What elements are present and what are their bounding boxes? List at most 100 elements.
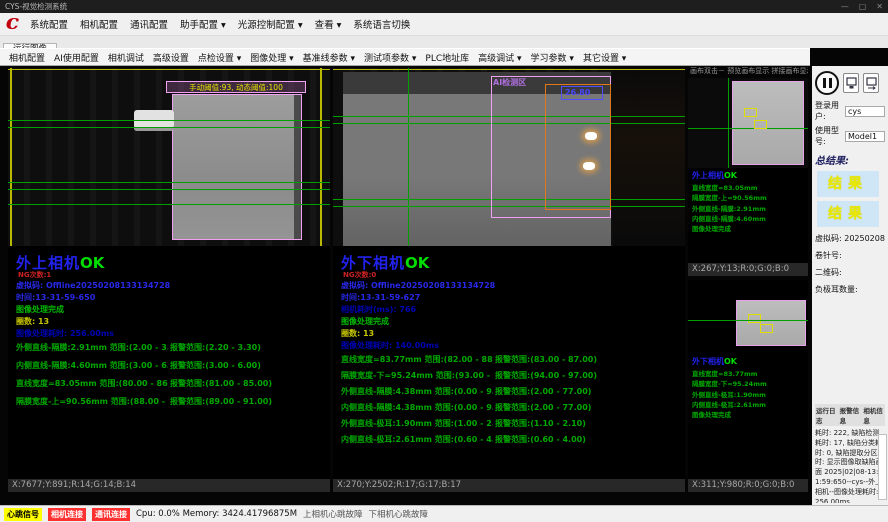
tab-alarm-info[interactable]: 报警信息 [840, 405, 861, 425]
center-process-cost: 图像处理耗时: 140.00ms [341, 340, 439, 351]
tool-ai-config[interactable]: AI使用配置 [54, 51, 99, 64]
camera-view-1-button[interactable] [843, 73, 859, 93]
lower-camera-heartbeat-error: 下相机心跳故障 [369, 508, 429, 520]
maximize-icon[interactable]: ▢ [859, 2, 867, 11]
canvas-hint-label: 画布双击－ 预览画布显示 拼接画布显示 [690, 66, 808, 77]
tool-image-processing[interactable]: 图像处理 ▾ [250, 51, 293, 64]
left-barcode: 虚拟码: Offline20250208133134728 [16, 280, 170, 291]
window-title: CYS-视觉检测系统 [5, 1, 67, 12]
bottom-preview-panel: 外下相机OK 直线宽度=83.77mm 隔膜宽度-下=95.24mm 外侧直线-… [688, 280, 808, 492]
tab-camera-info[interactable]: 相机信息 [863, 405, 884, 425]
reflection-glint [585, 132, 597, 140]
menu-view[interactable]: 查看 ▾ [315, 17, 342, 31]
log-text: 耗时: 222, 缺陷检测耗时: 17, 缺陷分类耗时: 0, 缺陷提取分区耗时… [815, 429, 885, 503]
overlay-line [8, 204, 330, 205]
defect-box [748, 314, 761, 323]
top-preview-coords: X:267;Y:13;R:0;G:0;B:0 [688, 263, 808, 276]
log-scrollbar[interactable] [878, 434, 887, 500]
result-box-1: 结果 [817, 171, 879, 197]
upper-camera-heartbeat-error: 上相机心跳故障 [303, 508, 363, 520]
measurement-row: 隔膜宽度-上=90.56mm 范围:(88.00 - 92.00)报警范围:(8… [16, 396, 328, 407]
right-sidebar: 登录用户: cys 使用型号: Model1 总结果: 结果 结果 虚拟码: 2… [812, 66, 888, 505]
virtual-code-label: 虚拟码: 20250208 [815, 233, 885, 244]
overlay-line [8, 127, 330, 128]
left-result-status: OK [80, 254, 104, 272]
bottom-preview-results: 外下相机OK 直线宽度=83.77mm 隔膜宽度-下=95.24mm 外侧直线-… [692, 356, 767, 421]
tab-run-log[interactable]: 运行日志 [816, 405, 837, 425]
main-area: 手动阈值:93, 动态阈值:100 外上相机OK NG次数:1 虚拟码: Off… [0, 66, 888, 505]
menu-language-switch[interactable]: 系统语言切换 [353, 17, 410, 31]
left-camera-canvas[interactable]: 手动阈值:93, 动态阈值:100 [8, 68, 330, 246]
pause-button[interactable] [815, 71, 839, 95]
log-tabs: 运行日志 报警信息 相机信息 [815, 404, 885, 426]
left-process-cost: 图像处理耗时: 256.00ms [16, 328, 114, 339]
menu-assistant-config[interactable]: 助手配置 ▾ [180, 17, 226, 31]
center-barcode: 虚拟码: Offline20250208133134728 [341, 280, 495, 291]
overlay-line [10, 68, 12, 246]
measurement-row: 内侧直线-隔膜:4.60mm 范围:(3.00 - 6.00)报警范围:(3.0… [16, 360, 328, 371]
close-icon[interactable]: ✕ [876, 2, 883, 11]
overlay-line [320, 68, 322, 246]
overlay-line [408, 68, 409, 246]
measurement-row: 外侧直线-极耳:1.90mm 范围:(1.00 - 2.20)报警范围:(1.1… [341, 418, 683, 429]
minimize-icon[interactable]: — [841, 2, 849, 11]
sidebar-spacer [815, 298, 885, 401]
overlay-line [8, 182, 330, 183]
reflection-glint [583, 162, 595, 170]
login-user-value[interactable]: cys [845, 106, 885, 117]
title-bar: CYS-视觉检测系统 — ▢ ✕ [0, 0, 888, 13]
center-result-status: OK [405, 254, 429, 272]
left-process-done: 图像处理完成 [16, 304, 64, 315]
inspected-part [736, 300, 806, 346]
model-value[interactable]: Model1 [845, 131, 885, 142]
center-camera-view: AI检测区 26.80 外下相机OK NG次数:0 虚拟码: Offline20… [333, 68, 685, 492]
model-label: 使用型号: [815, 125, 843, 147]
top-preview-canvas[interactable] [688, 78, 808, 168]
reel-number-label: 卷针号: [815, 250, 885, 261]
overlay-line [8, 69, 330, 70]
model-field: 使用型号: Model1 [815, 125, 885, 147]
login-user-field: 登录用户: cys [815, 100, 885, 122]
toolbar: 相机配置 AI使用配置 相机调试 高级设置 点检设置 ▾ 图像处理 ▾ 基准线参… [0, 48, 810, 66]
measurement-row: 外侧直线-隔膜:4.38mm 范围:(0.00 - 9.00)报警范围:(2.0… [341, 386, 683, 397]
menu-camera-config[interactable]: 相机配置 [80, 17, 118, 31]
threshold-label: 手动阈值:93, 动态阈值:100 [166, 81, 306, 93]
tool-test-params[interactable]: 测试项参数 ▾ [364, 51, 416, 64]
center-time: 时间:13-31-59-627 [341, 292, 420, 303]
preview-result-title: 外上相机OK [692, 170, 767, 183]
comm-link-status-badge: 通讯连接 [92, 508, 130, 521]
cpu-memory-status: Cpu: 0.0% Memory: 3424.41796875M [136, 509, 297, 519]
camera-link-status-badge: 相机连接 [48, 508, 86, 521]
tool-spot-check[interactable]: 点检设置 ▾ [198, 51, 241, 64]
menu-comm-config[interactable]: 通讯配置 [130, 17, 168, 31]
tool-plc-address[interactable]: PLC地址库 [425, 51, 469, 64]
overlay-line [8, 189, 330, 190]
tool-advanced-debug[interactable]: 高级调试 ▾ [478, 51, 521, 64]
center-camera-canvas[interactable]: AI检测区 26.80 [333, 68, 685, 246]
tool-advanced-settings[interactable]: 高级设置 [153, 51, 189, 64]
bottom-preview-canvas[interactable] [688, 280, 808, 350]
tool-camera-config[interactable]: 相机配置 [9, 51, 45, 64]
sidebar-button-row [815, 69, 885, 97]
tool-other-settings[interactable]: 其它设置 ▾ [583, 51, 626, 64]
qr-code-label: 二维码: [815, 267, 885, 278]
overlay-line [688, 320, 808, 321]
window-controls: — ▢ ✕ [841, 2, 883, 11]
tool-camera-debug[interactable]: 相机调试 [108, 51, 144, 64]
menu-system-config[interactable]: 系统配置 [30, 17, 68, 31]
top-preview-panel: 外上相机OK 直线宽度=83.05mm 隔膜宽度-上=90.56mm 外侧直线-… [688, 78, 808, 276]
tab-strip: 运行图像 [0, 36, 888, 48]
camera-view-2-button[interactable] [863, 73, 879, 93]
left-time: 时间:13-31-59-650 [16, 292, 95, 303]
center-ng-count: NG次数:0 [343, 270, 376, 280]
center-pixel-coords: X:270;Y:2502;R:17;G:17;B:17 [333, 479, 685, 492]
left-count: 圈数: 13 [16, 316, 49, 327]
menu-light-config[interactable]: 光源控制配置 ▾ [238, 17, 303, 31]
tool-learning-params[interactable]: 学习参数 ▾ [531, 51, 574, 64]
measurement-row: 内侧直线-极耳:2.61mm 范围:(0.60 - 4.00)报警范围:(0.6… [341, 434, 683, 445]
tool-baseline-params[interactable]: 基准线参数 ▾ [303, 51, 355, 64]
defect-box [760, 324, 773, 333]
result-box-2: 结果 [817, 201, 879, 227]
measurement-row: 直线宽度=83.05mm 范围:(80.00 - 86.00)报警范围:(81.… [16, 378, 328, 389]
measurement-row: 外侧直线-隔膜:2.91mm 范围:(2.00 - 3.50)报警范围:(2.2… [16, 342, 328, 353]
